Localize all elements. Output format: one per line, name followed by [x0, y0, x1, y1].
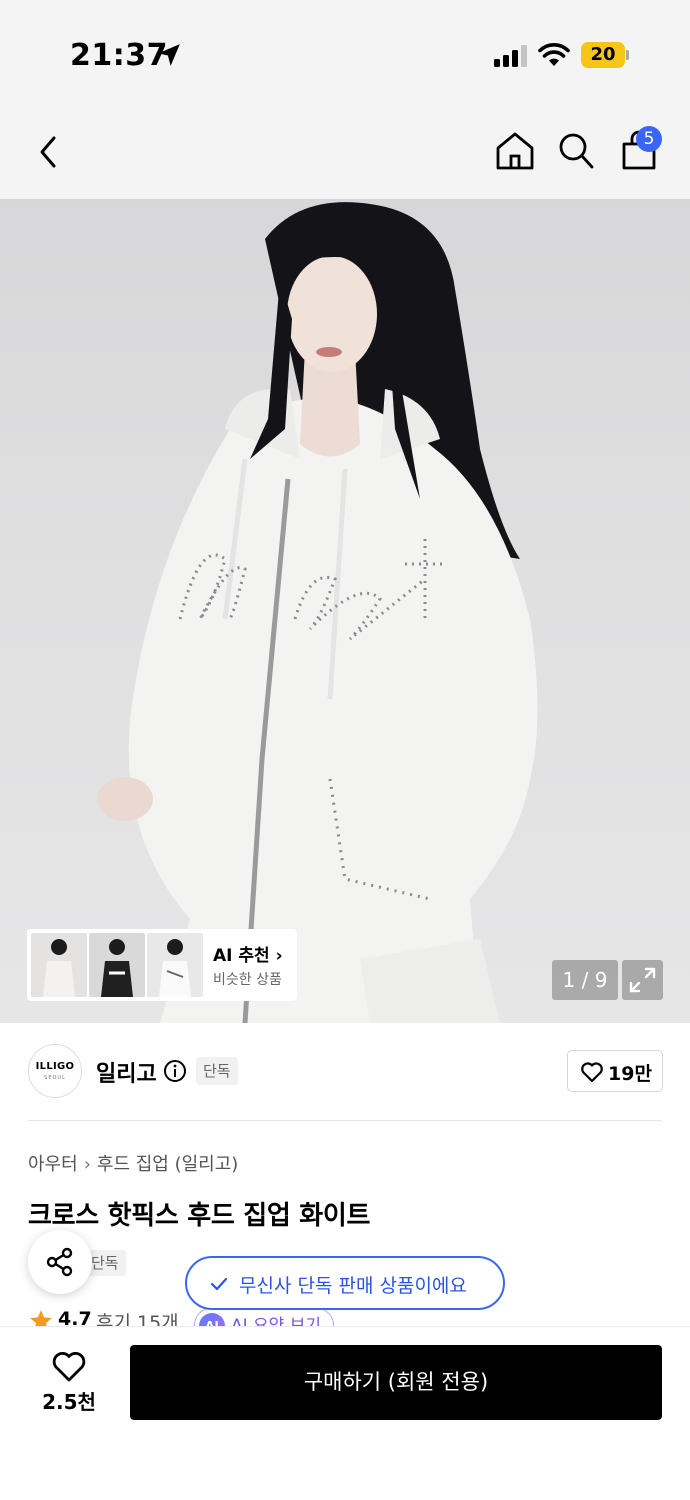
battery-indicator: 20: [581, 42, 629, 68]
review-count[interactable]: 후기 15개: [96, 1308, 179, 1326]
brand-like-button[interactable]: 19만: [567, 1050, 663, 1092]
heart-icon[interactable]: [51, 1349, 87, 1383]
back-arrow-icon[interactable]: [34, 132, 66, 172]
ai-badge-icon: AI: [199, 1313, 225, 1326]
breadcrumb-item[interactable]: 후드 집업 (일리고): [97, 1154, 238, 1175]
brand-logo-subtext: SEOUL: [44, 1075, 66, 1081]
info-icon[interactable]: [163, 1059, 187, 1083]
rating-row[interactable]: 4.7 후기 15개 AI AI 요약 보기: [28, 1308, 428, 1326]
product-title: 크로스 핫픽스 후드 집업 화이트: [28, 1201, 371, 1231]
location-arrow-icon: [158, 44, 180, 66]
top-navbar: [0, 104, 690, 199]
image-pager: 1 / 9: [552, 960, 618, 1000]
heart-icon: [581, 1062, 603, 1083]
ai-summary-button[interactable]: AI AI 요약 보기: [194, 1308, 334, 1326]
status-bar: 21:37 20: [0, 0, 690, 104]
brand-logo[interactable]: ILLIGO SEOUL: [28, 1044, 82, 1098]
breadcrumb: 아우터 › 후드 집업 (일리고): [28, 1150, 238, 1176]
toast-message: 무신사 단독 판매 상품이에요: [239, 1275, 467, 1297]
ai-recommend-card[interactable]: AI 추천 › 비슷한 상품: [27, 929, 297, 1001]
ai-recommend-title: AI 추천 ›: [213, 946, 283, 966]
cellular-signal-icon: [494, 45, 527, 67]
share-button[interactable]: [28, 1230, 92, 1294]
check-icon: [210, 1277, 228, 1291]
fullscreen-button[interactable]: [622, 960, 663, 1000]
chevron-right-icon: ›: [83, 1154, 91, 1175]
recommend-thumbnail[interactable]: [31, 933, 87, 997]
status-time: 21:37: [70, 38, 168, 73]
home-icon[interactable]: [494, 130, 536, 172]
expand-icon: [629, 967, 656, 993]
brand-logo-text: ILLIGO: [35, 1061, 75, 1072]
breadcrumb-item[interactable]: 아우터: [28, 1154, 78, 1175]
wifi-icon: [538, 43, 570, 66]
search-icon[interactable]: [556, 130, 596, 172]
ai-summary-label: AI 요약 보기: [231, 1316, 322, 1326]
buy-button[interactable]: 구매하기 (회원 전용): [130, 1345, 662, 1420]
wish-count: 2.5천: [42, 1390, 96, 1414]
exclusive-badge: 단독: [196, 1057, 238, 1085]
brand-like-count: 19만: [608, 1063, 652, 1085]
cart-count-badge: 5: [636, 126, 662, 152]
recommend-thumbnail[interactable]: [89, 933, 145, 997]
exclusive-toast: 무신사 단독 판매 상품이에요: [185, 1256, 505, 1310]
battery-level: 20: [590, 44, 616, 65]
star-icon: [30, 1310, 52, 1326]
ai-recommend-subtitle: 비슷한 상품: [213, 972, 282, 988]
product-photo: [97, 202, 538, 1023]
divider: [28, 1120, 662, 1121]
share-icon: [46, 1247, 73, 1277]
recommend-thumbnail[interactable]: [147, 933, 203, 997]
brand-name[interactable]: 일리고: [96, 1056, 157, 1088]
product-image-gallery[interactable]: [0, 199, 690, 1023]
rating-value: 4.7: [58, 1308, 92, 1326]
